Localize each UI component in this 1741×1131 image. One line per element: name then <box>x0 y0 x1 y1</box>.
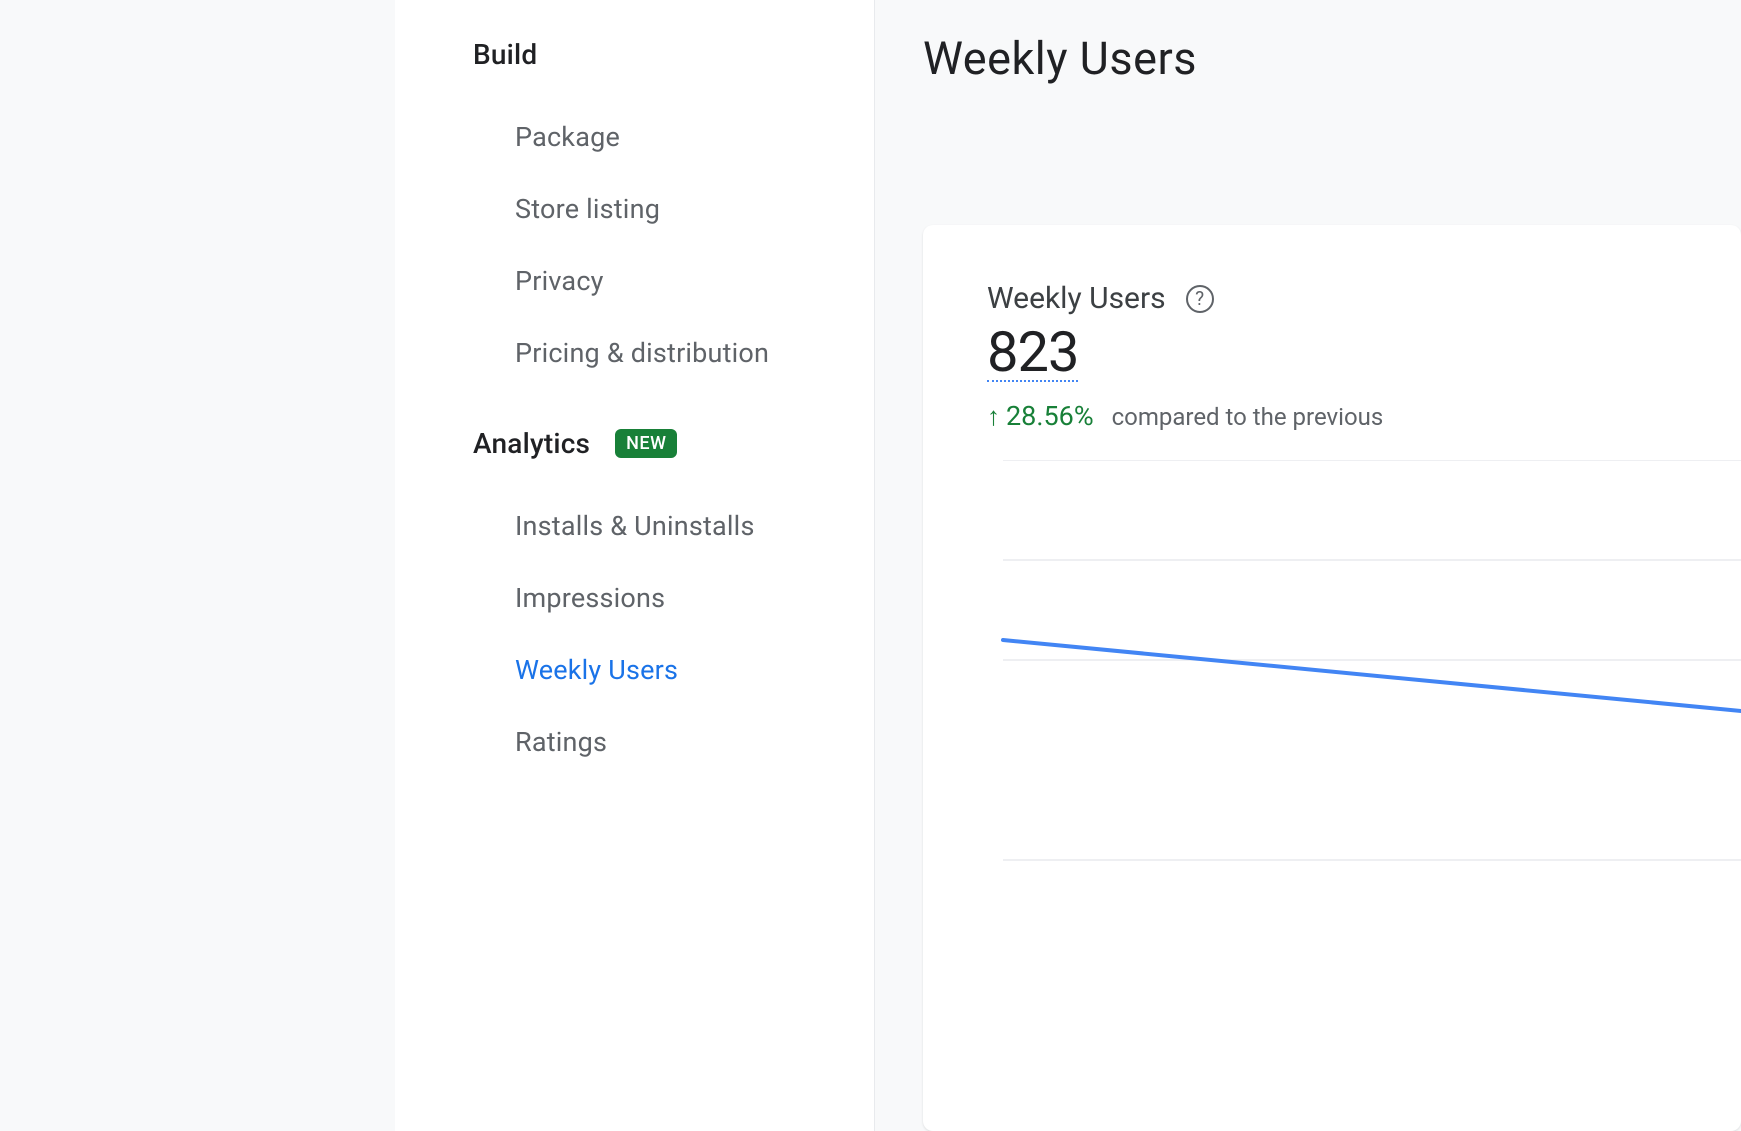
main-content: Weekly Users Weekly Users ? 823 ↑ 28.56%… <box>875 0 1741 1131</box>
sidebar-item-store-listing[interactable]: Store listing <box>515 173 874 245</box>
sidebar-item-pricing-distribution[interactable]: Pricing & distribution <box>515 317 874 389</box>
metric-change: ↑ 28.56% compared to the previous <box>987 400 1741 432</box>
page-title: Weekly Users <box>923 32 1741 85</box>
sidebar-section-analytics: Analytics NEW <box>473 427 874 460</box>
sidebar-section-title: Analytics <box>473 427 590 460</box>
weekly-users-chart <box>987 460 1741 960</box>
change-up: ↑ 28.56% <box>987 400 1094 432</box>
metric-label: Weekly Users <box>987 281 1166 316</box>
new-badge: NEW <box>615 429 677 458</box>
sidebar-section-title: Build <box>473 38 537 71</box>
nav-list-build: Package Store listing Privacy Pricing & … <box>473 101 874 389</box>
sidebar-item-ratings[interactable]: Ratings <box>515 706 874 778</box>
sidebar-item-privacy[interactable]: Privacy <box>515 245 874 317</box>
metric-value: 823 <box>987 324 1078 382</box>
sidebar-item-impressions[interactable]: Impressions <box>515 562 874 634</box>
weekly-users-card: Weekly Users ? 823 ↑ 28.56% compared to … <box>923 225 1741 1131</box>
sidebar-section-build: Build <box>473 38 874 71</box>
change-percent: 28.56% <box>1006 400 1094 432</box>
sidebar-item-package[interactable]: Package <box>515 101 874 173</box>
sidebar-item-installs-uninstalls[interactable]: Installs & Uninstalls <box>515 490 874 562</box>
arrow-up-icon: ↑ <box>987 401 1000 432</box>
compare-text: compared to the previous <box>1112 403 1384 431</box>
nav-list-analytics: Installs & Uninstalls Impressions Weekly… <box>473 490 874 778</box>
left-spacer <box>0 0 395 1131</box>
chart-area <box>987 460 1741 960</box>
sidebar: Build Package Store listing Privacy Pric… <box>395 0 875 1131</box>
help-icon[interactable]: ? <box>1186 285 1214 313</box>
metric-header: Weekly Users ? <box>987 281 1741 316</box>
sidebar-item-weekly-users[interactable]: Weekly Users <box>515 634 874 706</box>
